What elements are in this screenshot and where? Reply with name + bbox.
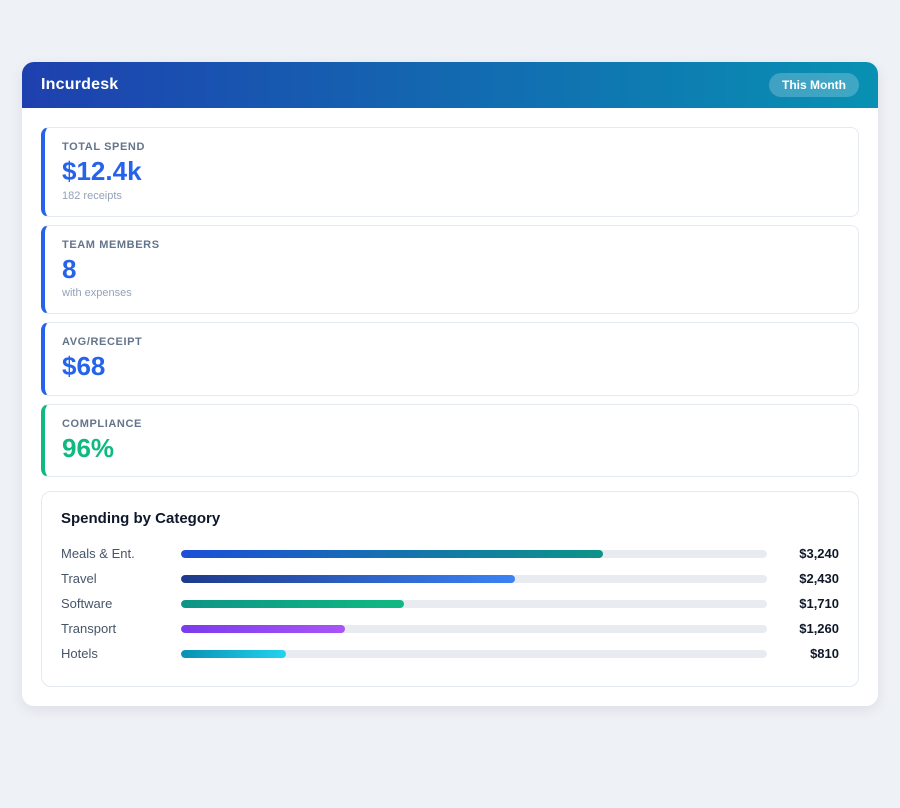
category-label: Hotels: [61, 646, 181, 661]
stat-label: TEAM MEMBERS: [62, 239, 841, 251]
stat-value: 8: [62, 255, 841, 284]
stat-value: $12.4k: [62, 157, 841, 186]
spending-card-title: Spending by Category: [61, 510, 839, 527]
category-value: $2,430: [767, 571, 839, 586]
stat-subtext: 182 receipts: [62, 190, 841, 202]
dashboard-content: TOTAL SPEND $12.4k 182 receipts TEAM MEM…: [22, 108, 878, 706]
bar-track: [181, 550, 767, 558]
category-label: Meals & Ent.: [61, 546, 181, 561]
category-label: Transport: [61, 621, 181, 636]
bar-fill-software: [181, 600, 404, 608]
spending-by-category-card: Spending by Category Meals & Ent. $3,240…: [41, 491, 859, 687]
spending-row-meals: Meals & Ent. $3,240: [61, 541, 839, 566]
category-value: $1,260: [767, 621, 839, 636]
spending-row-software: Software $1,710: [61, 591, 839, 616]
category-value: $3,240: [767, 546, 839, 561]
bar-track: [181, 650, 767, 658]
bar-fill-travel: [181, 575, 515, 583]
category-value: $810: [767, 646, 839, 661]
bar-track: [181, 600, 767, 608]
spending-row-hotels: Hotels $810: [61, 641, 839, 666]
dashboard-card: Incurdesk This Month TOTAL SPEND $12.4k …: [22, 62, 878, 706]
bar-fill-transport: [181, 625, 345, 633]
bar-track: [181, 575, 767, 583]
stat-label: AVG/RECEIPT: [62, 336, 841, 348]
stat-subtext: with expenses: [62, 287, 841, 299]
spending-row-transport: Transport $1,260: [61, 616, 839, 641]
stat-value: 96%: [62, 434, 841, 463]
category-value: $1,710: [767, 596, 839, 611]
stat-card-team-members: TEAM MEMBERS 8 with expenses: [41, 225, 859, 315]
stat-label: COMPLIANCE: [62, 418, 841, 430]
spending-row-travel: Travel $2,430: [61, 566, 839, 591]
period-badge[interactable]: This Month: [769, 73, 859, 97]
stat-label: TOTAL SPEND: [62, 141, 841, 153]
stat-card-total-spend: TOTAL SPEND $12.4k 182 receipts: [41, 127, 859, 217]
bar-fill-hotels: [181, 650, 286, 658]
category-label: Software: [61, 596, 181, 611]
stat-value: $68: [62, 352, 841, 381]
category-label: Travel: [61, 571, 181, 586]
app-title: Incurdesk: [41, 76, 118, 94]
bar-track: [181, 625, 767, 633]
stat-card-avg-receipt: AVG/RECEIPT $68: [41, 322, 859, 396]
bar-fill-meals: [181, 550, 603, 558]
stat-card-compliance: COMPLIANCE 96%: [41, 404, 859, 478]
app-header: Incurdesk This Month: [22, 62, 878, 108]
